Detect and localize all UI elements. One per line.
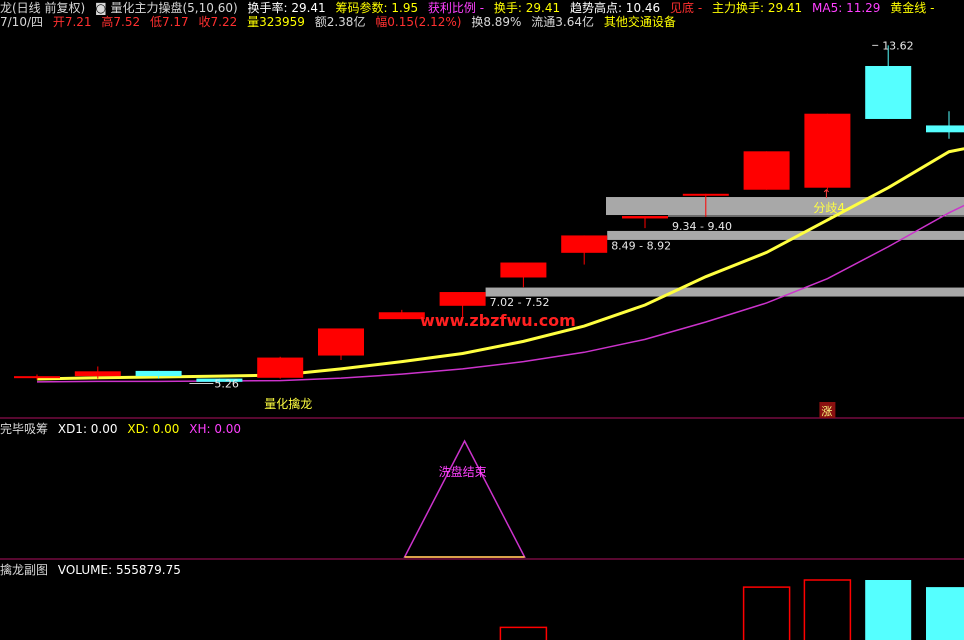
quote-item: 幅0.15(2.12%): [375, 15, 462, 29]
candle-body: [804, 113, 851, 188]
quote-item: 量323959: [247, 15, 305, 29]
watermark: www.zbzfwu.com: [420, 311, 576, 330]
sub1-label: 完毕吸筹: [0, 422, 49, 436]
quote-item: 换8.89%: [471, 15, 522, 29]
divergence-arrow: ↑: [821, 187, 831, 201]
band-label: 8.49 - 8.92: [611, 239, 671, 252]
candle-body: [682, 193, 729, 196]
sub1-header: 完毕吸筹 XD1: 0.00 XD: 0.00 XH: 0.00: [0, 422, 247, 436]
signal-text: 量化擒龙: [264, 396, 312, 411]
candle-body: [500, 262, 547, 278]
sub2-header: 擒龙副图 VOLUME: 555879.75: [0, 563, 187, 577]
kline-chart: 8.49 - 8.929.34 - 9.40 7.02 - 7.52 13.62 5.…: [0, 39, 964, 640]
header-item: MA5: 11.29: [812, 1, 881, 15]
header-item: 主力换手: 29.41: [711, 1, 803, 15]
candle-body: [622, 216, 668, 219]
indicator-header: 龙(日线 前复权) ◙ 量化主力操盘(5,10,60) 换手率: 29.41 筹…: [0, 1, 940, 15]
support-band: [606, 197, 964, 216]
washout-label: 洗盘结束: [439, 464, 487, 479]
candle-body: [865, 65, 912, 119]
candle-body: [74, 371, 121, 377]
header-item: 筹码参数: 1.95: [335, 1, 419, 15]
header-item: ◙ 量化主力操盘(5,10,60): [95, 1, 238, 15]
quote-item: 开7.21: [52, 15, 92, 29]
divergence-label: 分歧4: [813, 201, 845, 215]
sub1-label: XH: 0.00: [189, 422, 242, 436]
volume-bar: [803, 579, 852, 640]
candle-body: [135, 370, 182, 377]
sub2-label: VOLUME: 555879.75: [57, 563, 181, 577]
quote-item: 低7.17: [149, 15, 189, 29]
support-band: [485, 287, 964, 297]
volume-bar: [926, 587, 964, 640]
quote-item: 流通3.64亿: [531, 15, 595, 29]
quote-item: 7/10/四: [0, 15, 43, 29]
header-item: 龙(日线 前复权): [0, 1, 86, 15]
quote-item: 额2.38亿: [314, 15, 366, 29]
volume-bar: [499, 626, 548, 640]
sub1-label: XD1: 0.00: [57, 422, 118, 436]
header-item: 趋势高点: 10.46: [569, 1, 661, 15]
high-price-label: 13.62: [882, 39, 914, 52]
washout-triangle: [403, 439, 526, 558]
band-label: 7.02 - 7.52: [490, 296, 550, 309]
header-item: 换手: 29.41: [493, 1, 561, 15]
quote-item: 收7.22: [198, 15, 238, 29]
quote-item: 其他交通设备: [603, 15, 676, 29]
quote-header: 7/10/四 开7.21 高7.52 低7.17 收7.22 量323959 额…: [0, 15, 682, 29]
header-item: 获利比例 -: [427, 1, 485, 15]
candle-body: [257, 357, 304, 378]
sub1-label: XD: 0.00: [127, 422, 180, 436]
low-price-label: 5.26: [214, 377, 239, 390]
candle-body: [561, 235, 608, 253]
band-label: 9.34 - 9.40: [672, 220, 732, 233]
candle-body: [439, 292, 486, 306]
header-item: 见底 -: [670, 1, 703, 15]
header-item: 换手率: 29.41: [247, 1, 326, 15]
candle-body: [378, 312, 425, 320]
candle-body: [743, 151, 790, 190]
volume-bar: [865, 580, 912, 640]
candle-body: [14, 376, 60, 379]
candle-body: [318, 328, 364, 356]
header-item: 黄金线 -: [890, 1, 935, 15]
sub2-label: 擒龙副图: [0, 563, 49, 577]
volume-bar: [742, 586, 791, 640]
candle-body: [926, 125, 964, 133]
quote-item: 高7.52: [101, 15, 141, 29]
signal-label: 涨: [821, 405, 832, 418]
